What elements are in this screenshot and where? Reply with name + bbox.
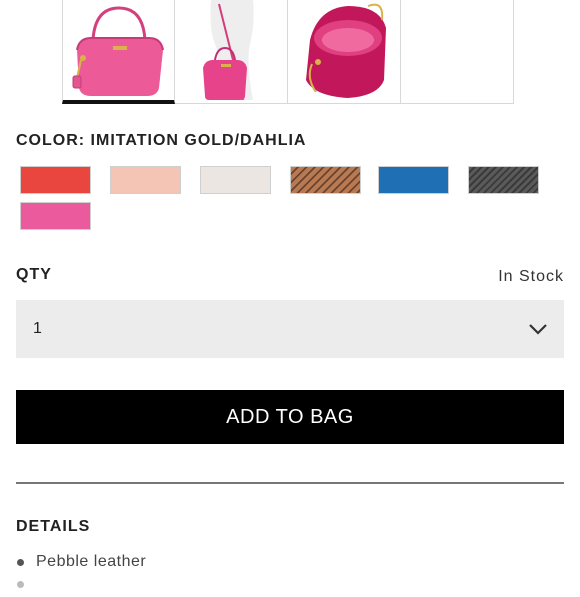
swatch-blush[interactable] bbox=[110, 166, 181, 194]
list-item-text: Pebble leather bbox=[36, 553, 147, 570]
color-label: COLOR: IMITATION GOLD/DAHLIA bbox=[16, 132, 307, 149]
thumbnail-bag-crossbody[interactable] bbox=[175, 0, 288, 104]
image-gallery bbox=[62, 0, 518, 105]
stock-status: In Stock bbox=[498, 268, 564, 285]
swatch-chalk[interactable] bbox=[200, 166, 271, 194]
qty-label: QTY bbox=[16, 266, 52, 283]
swatch-red[interactable] bbox=[20, 166, 91, 194]
swatch-dahlia[interactable] bbox=[20, 202, 91, 230]
bag-crossbody-image bbox=[203, 0, 254, 100]
bag-front-image bbox=[72, 6, 164, 96]
add-to-bag-button[interactable]: ADD TO BAG bbox=[16, 390, 564, 444]
bag-interior-image bbox=[306, 3, 386, 98]
qty-value: 1 bbox=[33, 320, 42, 337]
bullet-icon bbox=[17, 581, 24, 588]
swatch-blue[interactable] bbox=[378, 166, 449, 194]
thumbnail-empty bbox=[401, 0, 514, 104]
details-list: Pebble leather bbox=[16, 553, 146, 597]
thumbnail-bag-interior[interactable] bbox=[288, 0, 401, 104]
swatch-tan-stripe[interactable] bbox=[290, 166, 361, 194]
bullet-icon bbox=[17, 559, 24, 566]
divider bbox=[16, 482, 564, 484]
list-item: Pebble leather bbox=[16, 553, 146, 575]
list-item bbox=[16, 575, 146, 597]
details-title: DETAILS bbox=[16, 518, 91, 535]
swatch-grey-stripe[interactable] bbox=[468, 166, 539, 194]
qty-select[interactable]: 1 bbox=[16, 300, 564, 358]
chevron-down-icon bbox=[529, 324, 547, 335]
thumbnail-bag-front[interactable] bbox=[62, 0, 175, 104]
